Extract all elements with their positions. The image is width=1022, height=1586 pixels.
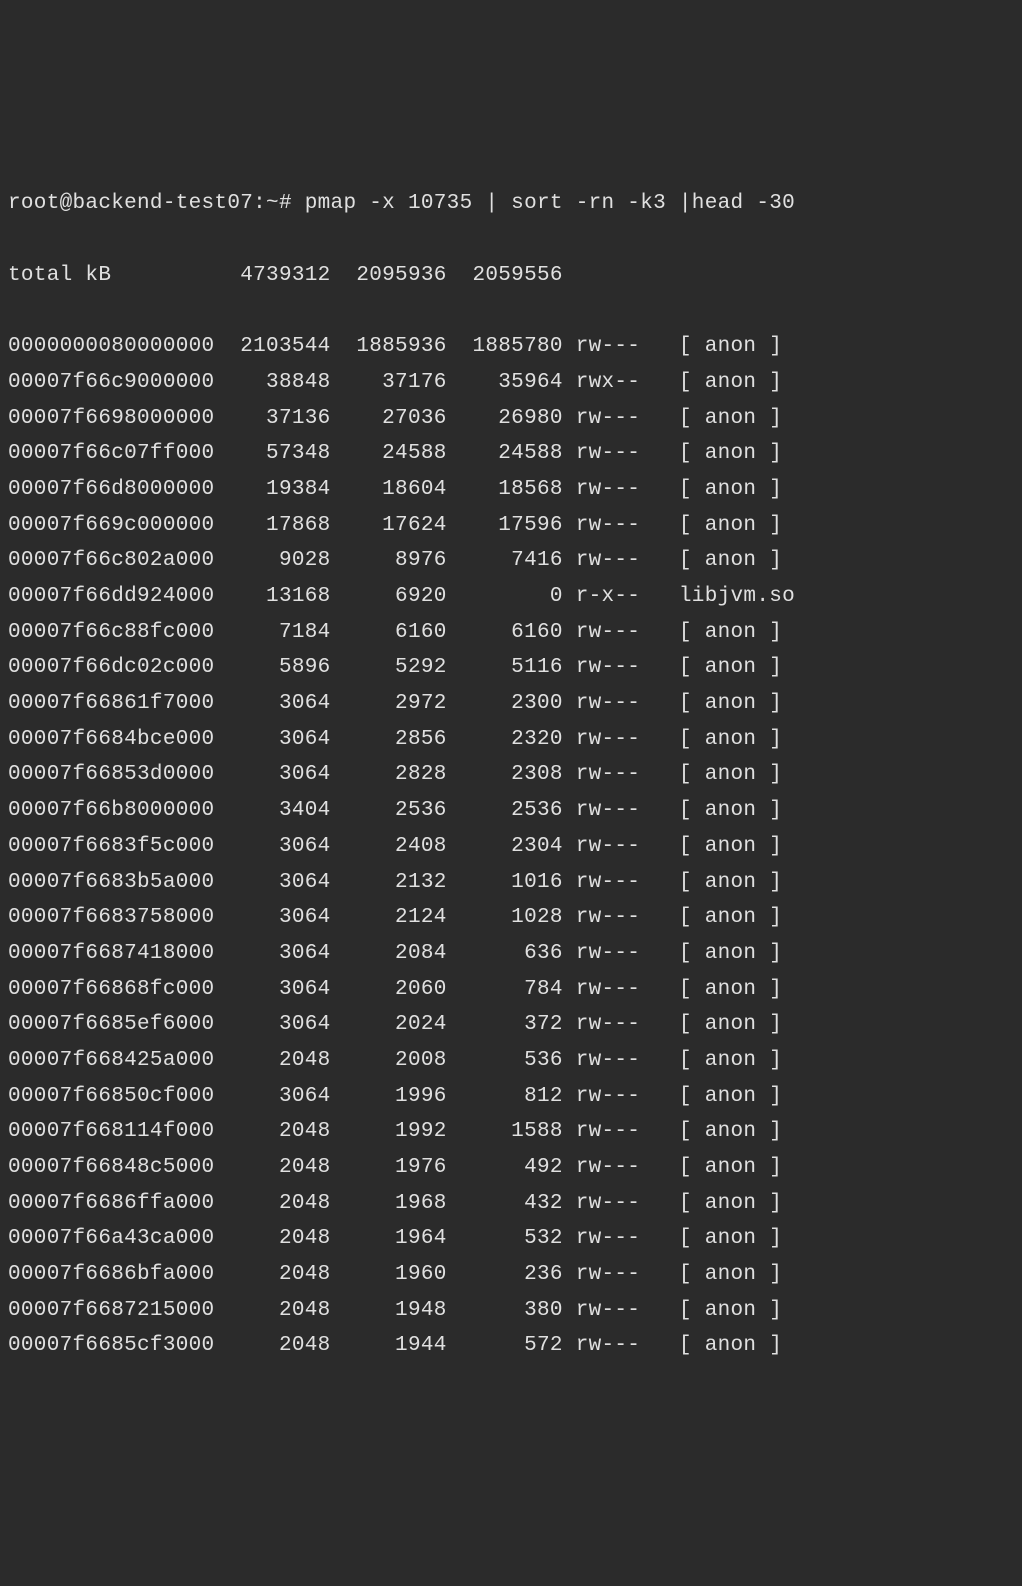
pmap-row: 00007f6687418000 3064 2084 636 rw--- [ a… [8, 936, 1014, 972]
pmap-row: 00007f66850cf000 3064 1996 812 rw--- [ a… [8, 1079, 1014, 1115]
total-row: total kB 4739312 2095936 2059556 [8, 258, 1014, 294]
command-text: pmap -x 10735 | sort -rn -k3 |head -30 [305, 192, 795, 215]
pmap-row: 00007f66861f7000 3064 2972 2300 rw--- [ … [8, 686, 1014, 722]
pmap-row: 00007f66dc02c000 5896 5292 5116 rw--- [ … [8, 650, 1014, 686]
pmap-rows: 0000000080000000 2103544 1885936 1885780… [8, 329, 1014, 1364]
pmap-row: 00007f66868fc000 3064 2060 784 rw--- [ a… [8, 972, 1014, 1008]
pmap-row: 00007f66a43ca000 2048 1964 532 rw--- [ a… [8, 1221, 1014, 1257]
pmap-row: 00007f66d8000000 19384 18604 18568 rw---… [8, 472, 1014, 508]
pmap-row: 00007f66b8000000 3404 2536 2536 rw--- [ … [8, 793, 1014, 829]
pmap-row: 00007f66c88fc000 7184 6160 6160 rw--- [ … [8, 615, 1014, 651]
pmap-row: 00007f6683b5a000 3064 2132 1016 rw--- [ … [8, 865, 1014, 901]
pmap-row: 00007f6687215000 2048 1948 380 rw--- [ a… [8, 1293, 1014, 1329]
terminal-output: root@backend-test07:~# pmap -x 10735 | s… [8, 151, 1014, 1400]
pmap-row: 00007f6685ef6000 3064 2024 372 rw--- [ a… [8, 1007, 1014, 1043]
pmap-row: 00007f66848c5000 2048 1976 492 rw--- [ a… [8, 1150, 1014, 1186]
pmap-row: 00007f6685cf3000 2048 1944 572 rw--- [ a… [8, 1328, 1014, 1364]
pmap-row: 00007f6684bce000 3064 2856 2320 rw--- [ … [8, 722, 1014, 758]
pmap-row: 00007f66dd924000 13168 6920 0 r-x-- libj… [8, 579, 1014, 615]
shell-prompt: root@backend-test07:~# [8, 192, 305, 215]
pmap-row: 00007f6698000000 37136 27036 26980 rw---… [8, 401, 1014, 437]
pmap-row: 00007f6683758000 3064 2124 1028 rw--- [ … [8, 900, 1014, 936]
command-line: root@backend-test07:~# pmap -x 10735 | s… [8, 186, 1014, 222]
pmap-row: 00007f668114f000 2048 1992 1588 rw--- [ … [8, 1114, 1014, 1150]
pmap-row: 00007f6686bfa000 2048 1960 236 rw--- [ a… [8, 1257, 1014, 1293]
pmap-row: 0000000080000000 2103544 1885936 1885780… [8, 329, 1014, 365]
pmap-row: 00007f66853d0000 3064 2828 2308 rw--- [ … [8, 757, 1014, 793]
pmap-row: 00007f669c000000 17868 17624 17596 rw---… [8, 508, 1014, 544]
pmap-row: 00007f6686ffa000 2048 1968 432 rw--- [ a… [8, 1186, 1014, 1222]
pmap-row: 00007f668425a000 2048 2008 536 rw--- [ a… [8, 1043, 1014, 1079]
pmap-row: 00007f66c802a000 9028 8976 7416 rw--- [ … [8, 543, 1014, 579]
pmap-row: 00007f66c9000000 38848 37176 35964 rwx--… [8, 365, 1014, 401]
pmap-row: 00007f6683f5c000 3064 2408 2304 rw--- [ … [8, 829, 1014, 865]
pmap-row: 00007f66c07ff000 57348 24588 24588 rw---… [8, 436, 1014, 472]
